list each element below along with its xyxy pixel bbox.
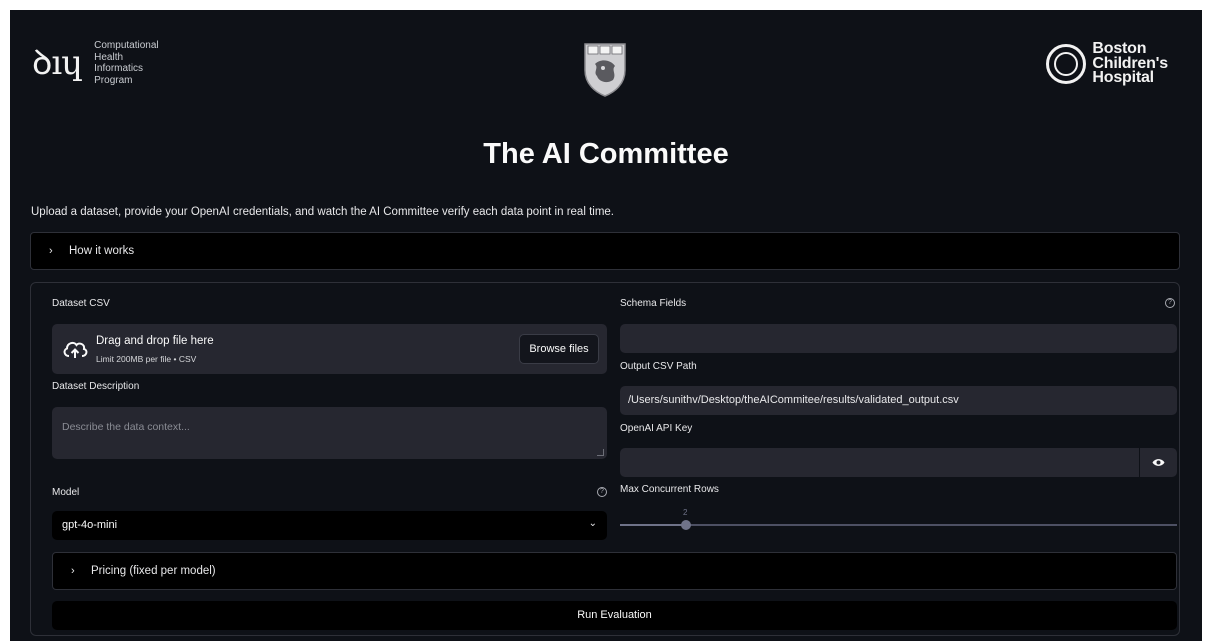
expander-label: Pricing (fixed per model) (91, 565, 216, 577)
bch-logo-line: Hospital (1092, 69, 1154, 86)
file-dropzone[interactable]: Drag and drop file here Limit 200MB per … (52, 324, 607, 374)
page-title: The AI Committee (483, 138, 729, 170)
slider-value: 2 (683, 508, 688, 517)
schema-fields-label: Schema Fields (620, 298, 687, 309)
dataset-description-label: Dataset Description (52, 381, 140, 392)
boston-childrens-logo: Boston Children's Hospital (1046, 41, 1168, 86)
model-select-value: gpt-4o-mini (62, 519, 118, 531)
output-csv-path-value: /Users/sunithv/Desktop/theAICommitee/res… (628, 394, 959, 406)
model-label: Model (52, 487, 80, 498)
chip-logo-line: Informatics (94, 63, 144, 74)
slider-fill (620, 524, 686, 526)
page-intro: Upload a dataset, provide your OpenAI cr… (31, 206, 614, 218)
slider-track[interactable] (620, 524, 1177, 526)
evaluation-form: Dataset CSV Drag and drop file here Limi… (30, 282, 1180, 636)
browse-files-button[interactable]: Browse files (519, 334, 599, 364)
textarea-placeholder: Describe the data context... (62, 421, 190, 433)
bch-seal-icon (1046, 43, 1087, 84)
dataset-description-textarea[interactable]: Describe the data context... (52, 407, 607, 459)
run-evaluation-button[interactable]: Run Evaluation (52, 601, 1177, 630)
help-icon[interactable]: ? (1165, 298, 1175, 308)
dropzone-title: Drag and drop file here (96, 335, 214, 347)
pricing-expander[interactable]: › Pricing (fixed per model) (52, 552, 1177, 590)
openai-api-key-input[interactable] (620, 448, 1139, 477)
output-csv-path-input[interactable]: /Users/sunithv/Desktop/theAICommitee/res… (620, 386, 1177, 415)
help-icon[interactable]: ? (597, 487, 607, 497)
chip-logo: ꝺıɥ Computational Health Informatics Pro… (32, 40, 159, 86)
resize-handle-icon[interactable] (597, 449, 604, 456)
chip-logo-mark: ꝺıɥ (32, 43, 83, 83)
chip-logo-line: Health (94, 51, 124, 63)
show-password-button[interactable] (1139, 448, 1177, 477)
output-csv-path-label: Output CSV Path (620, 361, 697, 372)
cloud-upload-icon (63, 341, 88, 358)
max-concurrent-rows-label: Max Concurrent Rows (620, 484, 719, 495)
chip-logo-line: Computational (94, 40, 159, 51)
schema-fields-input[interactable] (620, 324, 1177, 353)
chevron-right-icon: › (71, 565, 75, 577)
dataset-csv-label: Dataset CSV (52, 298, 110, 309)
eye-icon (1152, 459, 1165, 466)
app-window: ꝺıɥ Computational Health Informatics Pro… (10, 10, 1202, 641)
expander-label: How it works (69, 245, 135, 257)
chip-logo-line: Program (94, 74, 133, 86)
chevron-right-icon: › (49, 245, 53, 257)
dropzone-limit: Limit 200MB per file • CSV (96, 354, 197, 364)
slider-thumb[interactable] (681, 520, 691, 530)
harvard-shield-logo (584, 43, 626, 97)
chevron-down-icon: ⌄ (588, 518, 597, 529)
chip-logo-text: Computational Health Informatics Program (94, 40, 158, 86)
openai-api-key-label: OpenAI API Key (620, 423, 693, 434)
model-select[interactable]: gpt-4o-mini ⌄ (52, 511, 607, 540)
how-it-works-expander[interactable]: › How it works (30, 232, 1180, 270)
bch-logo-text: Boston Children's Hospital (1092, 41, 1168, 86)
